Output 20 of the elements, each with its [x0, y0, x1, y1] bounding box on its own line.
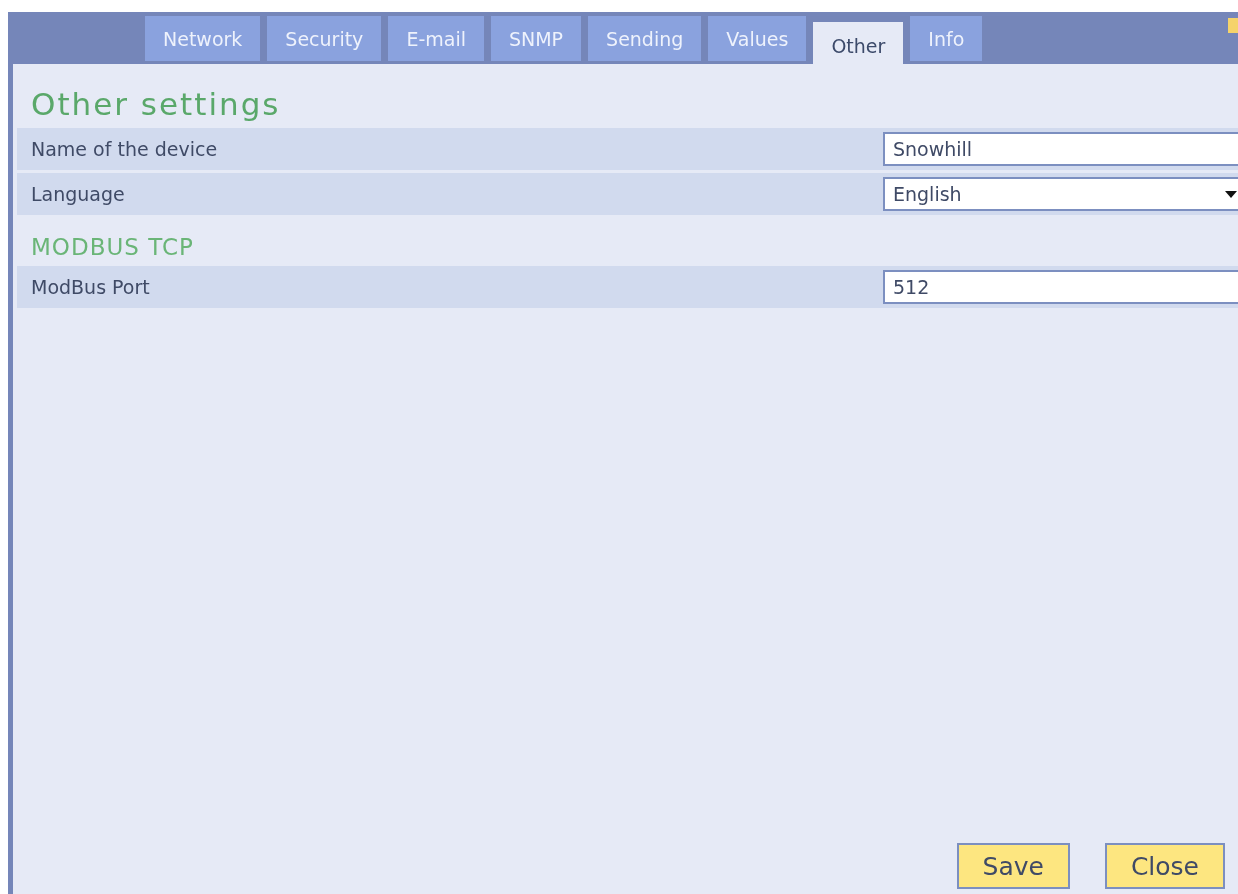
close-button[interactable]: Close [1104, 843, 1225, 889]
tab[interactable]: Network [145, 16, 261, 61]
field-label: ModBus Port [31, 276, 150, 298]
field-label: Name of the device [31, 138, 218, 160]
input-field[interactable]: Snowhill [883, 132, 1238, 166]
marker-icon [1228, 18, 1238, 33]
tab[interactable]: E-mail [388, 16, 484, 61]
tab[interactable]: SNMP [490, 16, 582, 61]
tab[interactable]: Other [813, 22, 904, 64]
section-heading: MODBUS TCP [31, 233, 195, 261]
tab[interactable]: Info [910, 16, 983, 61]
tab[interactable]: Security [267, 16, 382, 61]
save-button[interactable]: Save [956, 843, 1070, 889]
input-field[interactable]: 512 [883, 270, 1238, 304]
tab[interactable]: Values [708, 16, 807, 61]
tab[interactable]: Sending [588, 16, 702, 61]
field-label: Language [31, 183, 125, 205]
page-title: Other settings [31, 86, 282, 122]
language-dropdown[interactable]: English [883, 177, 1238, 211]
dropdown-arrow-icon [1225, 190, 1237, 198]
